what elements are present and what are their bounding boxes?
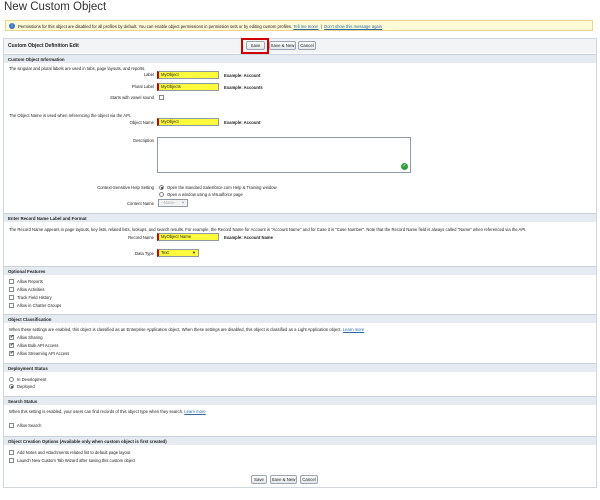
description-label: Description bbox=[133, 138, 154, 143]
allow-activities-checkbox[interactable] bbox=[9, 287, 14, 292]
object-name-example: Example: Account bbox=[224, 120, 261, 125]
section-custom-object-information: Custom Object Information bbox=[4, 54, 596, 63]
section-heading: Enter Record Name Label and Format bbox=[8, 216, 87, 221]
deployed-label: Deployed bbox=[17, 384, 35, 389]
chevron-down-icon: ▼ bbox=[192, 250, 196, 255]
info-banner-text: Permissions for this object are disabled… bbox=[18, 24, 382, 29]
section-creation-options: Object Creation Options (Available only … bbox=[4, 436, 596, 445]
classification-intro: When these settings are enabled, this ob… bbox=[9, 327, 364, 332]
data-type-select[interactable]: Text ▼ bbox=[157, 249, 199, 257]
section-object-classification: Object Classification bbox=[4, 314, 596, 323]
object-name-label: Object Name bbox=[129, 120, 154, 125]
content-name-value: --None-- bbox=[161, 200, 177, 205]
allow-search-checkbox[interactable] bbox=[9, 423, 14, 428]
track-field-history-checkbox[interactable] bbox=[9, 295, 14, 300]
classification-intro-text: When these settings are enabled, this ob… bbox=[9, 327, 342, 332]
labels-intro: The singular and plural labels are used … bbox=[9, 66, 146, 71]
allow-streaming-api-checkbox[interactable] bbox=[9, 350, 14, 356]
cancel-button-top[interactable]: Cancel bbox=[298, 41, 316, 50]
object-name-field[interactable]: MyObject bbox=[157, 118, 219, 126]
content-name-select[interactable]: --None-- ▼ bbox=[158, 199, 188, 207]
section-heading: Custom Object Information bbox=[8, 57, 65, 62]
section-heading: Object Creation Options (Available only … bbox=[8, 439, 167, 444]
search-learn-more-link[interactable]: Learn more bbox=[184, 409, 205, 414]
save-button-top[interactable]: Save bbox=[246, 41, 265, 50]
launch-tab-wizard-label: Launch New Custom Tab Wizard after savin… bbox=[17, 458, 136, 463]
vowel-sound-checkbox[interactable] bbox=[159, 95, 164, 100]
help-visualforce-radio[interactable] bbox=[159, 192, 164, 197]
help-visualforce-label: Open a window using a Visualforce page bbox=[167, 192, 243, 197]
add-notes-checkbox[interactable] bbox=[9, 450, 14, 455]
section-deployment-status: Deployment Status bbox=[4, 363, 596, 372]
plural-label-example: Example: Accounts bbox=[224, 85, 263, 90]
help-standard-radio[interactable] bbox=[159, 185, 164, 190]
save-button-bottom[interactable]: Save bbox=[251, 475, 267, 484]
deployed-radio[interactable] bbox=[9, 384, 14, 389]
chevron-down-icon: ▼ bbox=[181, 200, 185, 205]
allow-bulk-api-checkbox[interactable] bbox=[9, 342, 14, 348]
add-notes-label: Add Notes and Attachments related list t… bbox=[17, 450, 131, 455]
label-label: Label bbox=[143, 72, 154, 77]
content-name-label: Content Name bbox=[127, 201, 154, 206]
launch-tab-wizard-checkbox[interactable] bbox=[9, 458, 14, 463]
allow-sharing-checkbox[interactable] bbox=[9, 334, 14, 340]
record-name-example: Example: Account Name bbox=[224, 235, 273, 240]
classification-learn-more-link[interactable]: Learn more bbox=[343, 327, 364, 332]
section-heading: Search Status bbox=[8, 399, 38, 404]
allow-reports-checkbox[interactable] bbox=[9, 279, 14, 284]
allow-streaming-api-label: Allow Streaming API Access bbox=[17, 351, 70, 356]
vowel-sound-label: Starts with vowel sound bbox=[110, 95, 154, 100]
plural-label-label: Plural Label bbox=[131, 84, 154, 89]
section-search-status: Search Status bbox=[4, 396, 596, 405]
cancel-button-bottom[interactable]: Cancel bbox=[300, 475, 318, 484]
edit-form-panel bbox=[3, 38, 597, 488]
record-name-field[interactable]: MyObject Name bbox=[157, 233, 219, 241]
search-intro: When this setting is enabled, your users… bbox=[9, 409, 206, 414]
label-field[interactable]: MyObject bbox=[157, 71, 219, 79]
form-title: Custom Object Definition Edit bbox=[8, 43, 79, 49]
data-type-value: Text bbox=[161, 250, 169, 255]
track-field-history-label: Track Field History bbox=[17, 295, 52, 300]
section-heading: Object Classification bbox=[8, 317, 52, 322]
allow-activities-label: Allow Activities bbox=[17, 287, 45, 292]
allow-reports-label: Allow Reports bbox=[17, 279, 43, 284]
tell-me-more-link[interactable]: Tell me more! bbox=[293, 24, 318, 29]
spellcheck-icon[interactable]: ✓ bbox=[401, 163, 408, 170]
info-icon: i bbox=[9, 23, 15, 29]
description-textarea[interactable] bbox=[157, 137, 411, 173]
record-name-intro: The Record Name appears in page layouts,… bbox=[9, 227, 527, 232]
allow-chatter-groups-label: Allow in Chatter Groups bbox=[17, 303, 62, 308]
allow-chatter-groups-checkbox[interactable] bbox=[9, 303, 14, 308]
allow-sharing-label: Allow Sharing bbox=[17, 335, 43, 340]
data-type-label: Data Type bbox=[134, 251, 154, 256]
section-record-name: Enter Record Name Label and Format bbox=[4, 213, 596, 222]
record-name-label: Record Name bbox=[128, 235, 154, 240]
section-heading: Deployment Status bbox=[8, 366, 48, 371]
in-development-radio[interactable] bbox=[9, 377, 14, 382]
dont-show-link[interactable]: Don't show this message again bbox=[324, 24, 382, 29]
api-intro: The Object Name is used when referencing… bbox=[9, 113, 132, 118]
label-example: Example: Account bbox=[224, 73, 261, 78]
info-banner: i Permissions for this object are disabl… bbox=[5, 20, 593, 31]
info-message: Permissions for this object are disabled… bbox=[18, 24, 293, 29]
section-optional-features: Optional Features bbox=[4, 266, 596, 275]
section-heading: Optional Features bbox=[8, 269, 46, 274]
allow-search-label: Allow Search bbox=[17, 423, 42, 428]
search-intro-text: When this setting is enabled, your users… bbox=[9, 409, 184, 414]
allow-bulk-api-label: Allow Bulk API Access bbox=[17, 343, 59, 348]
in-development-label: In Development bbox=[17, 377, 47, 382]
page-title: New Custom Object bbox=[4, 1, 107, 13]
help-setting-label: Context-Sensitive Help Setting bbox=[97, 185, 154, 190]
save-new-button-bottom[interactable]: Save & New bbox=[270, 475, 297, 484]
help-standard-label: Open the standard Salesforce.com Help & … bbox=[167, 185, 277, 190]
plural-label-field[interactable]: MyObjects bbox=[157, 83, 219, 91]
save-new-button-top[interactable]: Save & New bbox=[269, 41, 296, 50]
